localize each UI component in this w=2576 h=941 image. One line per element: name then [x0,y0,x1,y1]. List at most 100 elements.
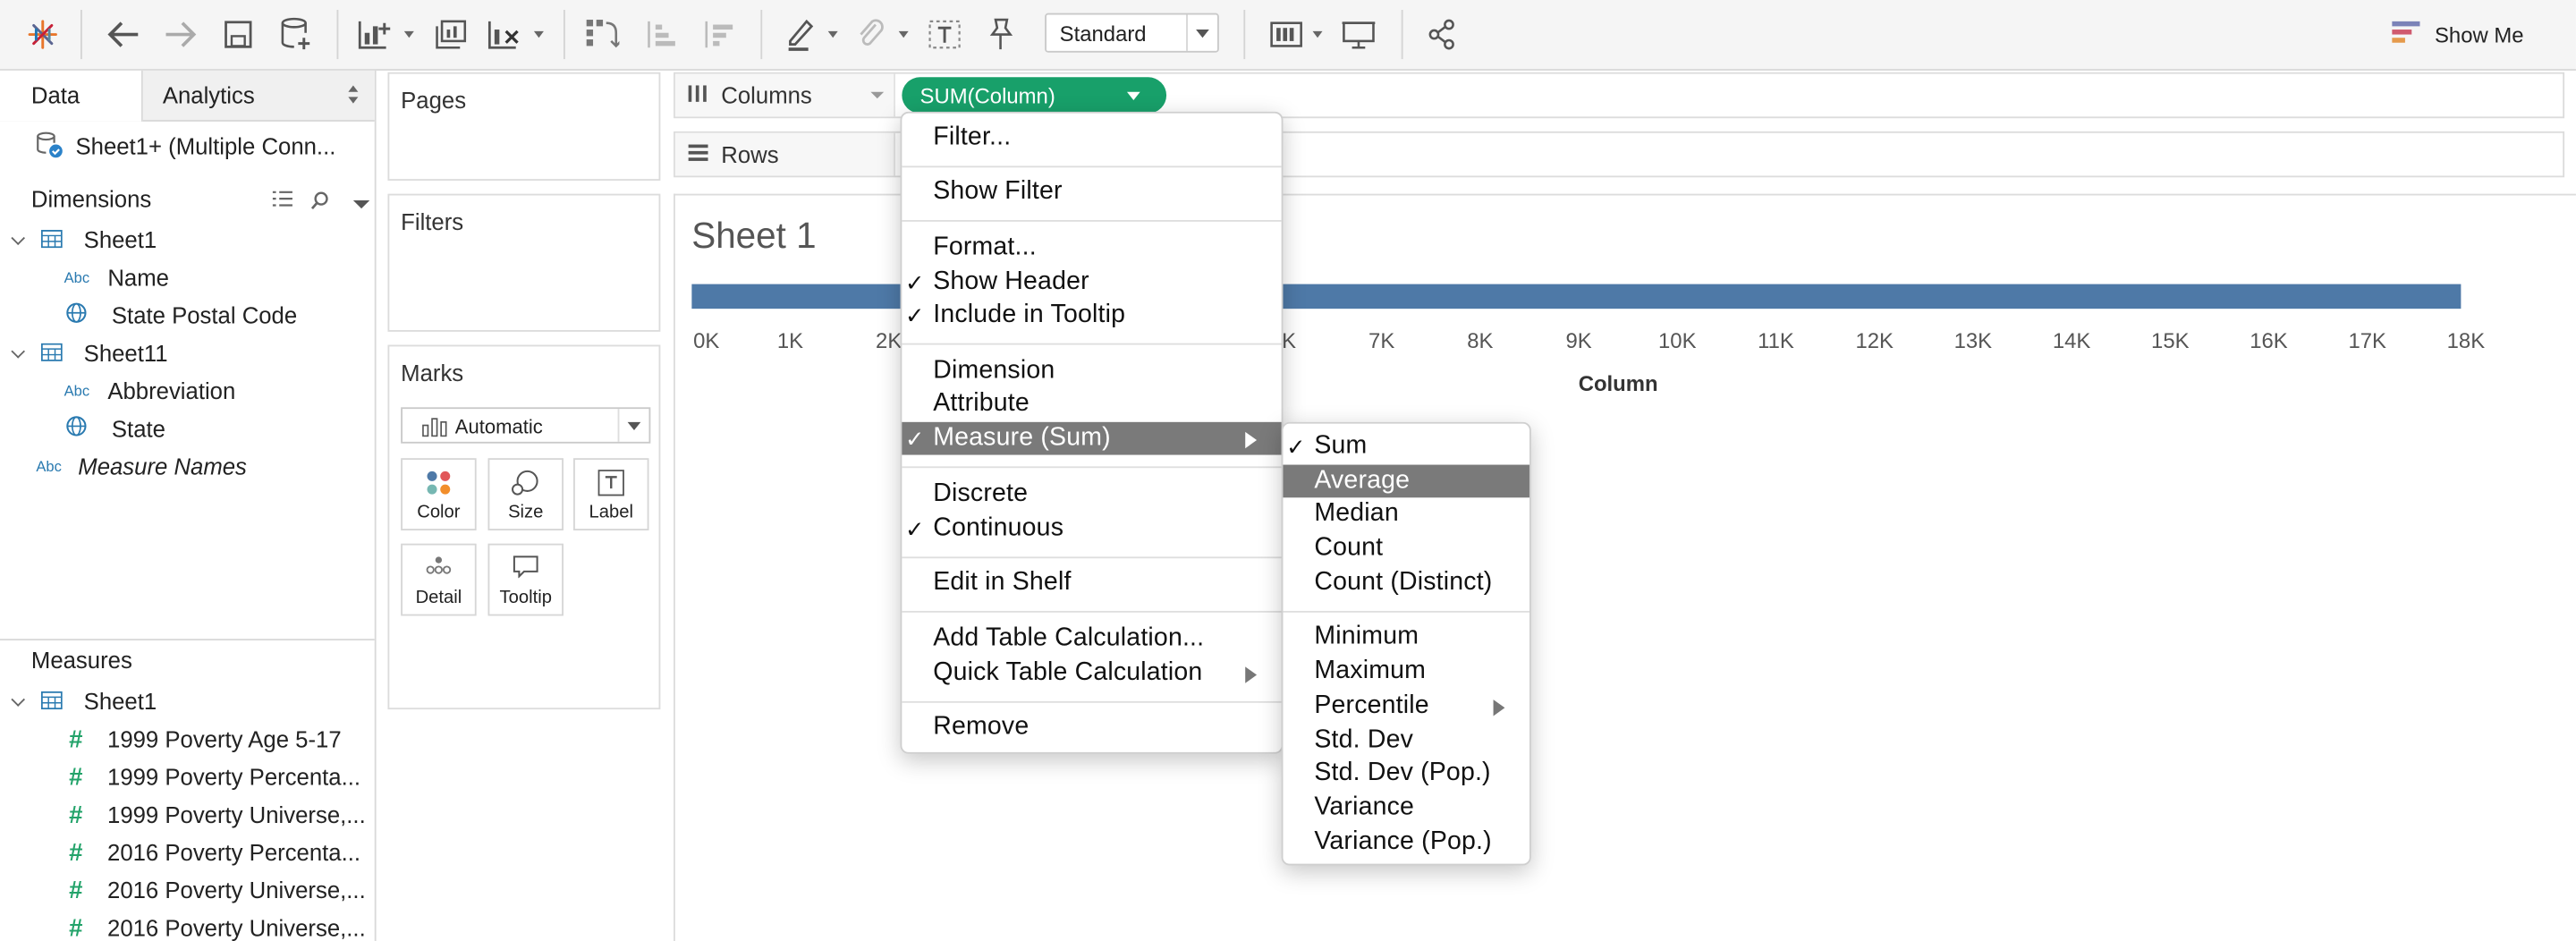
search-icon[interactable] [310,189,330,218]
color-button[interactable]: Color [401,458,477,530]
measure-field[interactable]: # 2016 Poverty Percenta... [69,835,360,869]
dimensions-menu-icon[interactable] [352,199,370,208]
menu-item-include-in-tooltip[interactable]: ✓ Include in Tooltip [902,299,1281,332]
dimension-table-sheet1[interactable]: Sheet1 [40,224,157,257]
submenu-item-minimum[interactable]: Minimum [1283,621,1530,654]
menu-item-show-header[interactable]: ✓ Show Header [902,266,1281,299]
dimension-field-abbreviation[interactable]: Abc Abbreviation [64,375,236,408]
size-icon [511,470,540,501]
submenu-item-std-dev[interactable]: Std. Dev [1283,725,1530,758]
measure-field[interactable]: # 1999 Poverty Universe,... [69,798,366,831]
highlight-icon[interactable] [780,15,819,55]
submenu-item-maximum[interactable]: Maximum [1283,656,1530,689]
field-name: 2016 Poverty Percenta... [107,839,361,866]
expand-measures-sheet1-icon[interactable] [13,693,27,707]
menu-item-format[interactable]: Format... [902,232,1281,265]
undo-icon[interactable] [104,15,143,55]
menu-item-attribute[interactable]: Attribute [902,387,1281,420]
field-name: Sheet1 [83,688,157,715]
new-datasource-icon[interactable] [276,15,316,55]
menu-item-add-table-calculation[interactable]: Add Table Calculation... [902,623,1281,656]
fix-axes-icon[interactable] [981,15,1021,55]
tooltip-label: Tooltip [499,588,552,608]
chevron-down-icon [870,91,885,99]
menu-item-filter[interactable]: Filter... [902,122,1281,155]
size-button[interactable]: Size [487,458,564,530]
swap-rows-columns-icon[interactable] [581,15,621,55]
rows-label: Rows [721,140,779,168]
dimension-field-state-postal-code[interactable]: State Postal Code [65,299,297,332]
label-button[interactable]: Label [573,458,649,530]
sum-column-pill[interactable]: SUM(Column) [902,77,1167,114]
chevron-down-icon[interactable] [1126,91,1140,100]
measure-table-sheet1[interactable]: Sheet1 [40,685,157,718]
fit-dropdown[interactable]: Standard [1045,13,1219,53]
cards-icon[interactable] [1267,15,1306,55]
number-type-icon: # [69,762,83,791]
detail-button[interactable]: Detail [401,543,477,616]
duplicate-sheet-icon[interactable] [430,15,470,55]
show-mark-labels-icon[interactable] [925,15,964,55]
dimension-field-measure-names[interactable]: Abc Measure Names [36,450,246,483]
dimension-field-name[interactable]: Abc Name [64,261,169,294]
pages-card[interactable]: Pages [387,72,661,181]
aggregation-submenu: ✓ Sum Average Median Count Count (Distinc… [1281,421,1531,866]
submenu-item-sum[interactable]: ✓ Sum [1283,430,1530,463]
tab-data[interactable]: Data [31,82,80,108]
menu-item-dimension[interactable]: Dimension [902,355,1281,388]
menu-item-edit-in-shelf[interactable]: Edit in Shelf [902,566,1281,599]
number-type-icon: # [69,838,83,867]
submenu-item-count-distinct[interactable]: Count (Distinct) [1283,566,1530,599]
submenu-item-count[interactable]: Count [1283,532,1530,565]
x-tick-label: 10K [1658,329,1697,353]
redo-icon[interactable] [161,15,200,55]
sort-descending-icon[interactable] [699,15,739,55]
new-worksheet-icon[interactable] [355,15,394,55]
measure-field[interactable]: # 2016 Poverty Universe,... [69,874,366,907]
globe-icon [65,415,87,441]
mark-type-dropdown[interactable]: Automatic [401,407,651,444]
measure-field[interactable]: # 2016 Poverty Universe,... [69,911,366,941]
new-worksheet-dropdown[interactable] [401,21,417,47]
clear-sheet-dropdown[interactable] [530,21,547,47]
tooltip-button[interactable]: Tooltip [487,543,564,616]
number-type-icon: # [69,913,83,941]
dimension-table-sheet11[interactable]: Sheet11 [40,336,168,369]
submenu-item-variance-pop[interactable]: Variance (Pop.) [1283,826,1530,859]
group-dropdown[interactable] [895,21,911,47]
menu-item-continuous[interactable]: ✓ Continuous [902,513,1281,546]
datasource-item[interactable]: Sheet1+ (Multiple Conn... [35,130,335,163]
cards-dropdown[interactable] [1309,21,1326,47]
highlight-dropdown[interactable] [825,21,841,47]
menu-item-quick-table-calculation[interactable]: Quick Table Calculation [902,657,1281,690]
presentation-icon[interactable] [1339,15,1378,55]
submenu-item-average[interactable]: Average [1283,464,1530,498]
expand-sheet11-icon[interactable] [13,345,27,359]
submenu-item-variance[interactable]: Variance [1283,792,1530,825]
pages-title: Pages [401,87,467,114]
group-icon[interactable] [851,15,890,55]
tab-switcher-icon[interactable] [348,85,359,105]
submenu-item-percentile[interactable]: Percentile [1283,690,1530,723]
clear-sheet-icon[interactable] [485,15,524,55]
show-me-button[interactable]: Show Me [2392,16,2524,52]
chevron-down-icon [1186,14,1217,51]
measure-field[interactable]: # 1999 Poverty Age 5-17 [69,723,341,756]
menu-item-measure-sum[interactable]: ✓ Measure (Sum) [902,421,1282,455]
measure-field[interactable]: # 1999 Poverty Percenta... [69,760,360,793]
menu-item-remove[interactable]: Remove [902,711,1281,744]
expand-sheet1-icon[interactable] [13,232,27,245]
filters-card[interactable]: Filters [387,193,661,332]
menu-item-show-filter[interactable]: Show Filter [902,175,1281,208]
menu-item-discrete[interactable]: Discrete [902,478,1281,511]
submenu-item-std-dev-pop[interactable]: Std. Dev (Pop.) [1283,757,1530,790]
save-icon[interactable] [218,15,258,55]
submenu-item-median[interactable]: Median [1283,497,1530,530]
sort-ascending-icon[interactable] [642,15,682,55]
x-tick-label: 8K [1467,329,1493,353]
tab-analytics[interactable]: Analytics [163,82,255,108]
view-data-icon[interactable] [271,189,294,218]
field-name: Sheet11 [83,340,168,367]
dimension-field-state[interactable]: State [65,412,165,445]
share-icon[interactable] [1423,15,1462,55]
